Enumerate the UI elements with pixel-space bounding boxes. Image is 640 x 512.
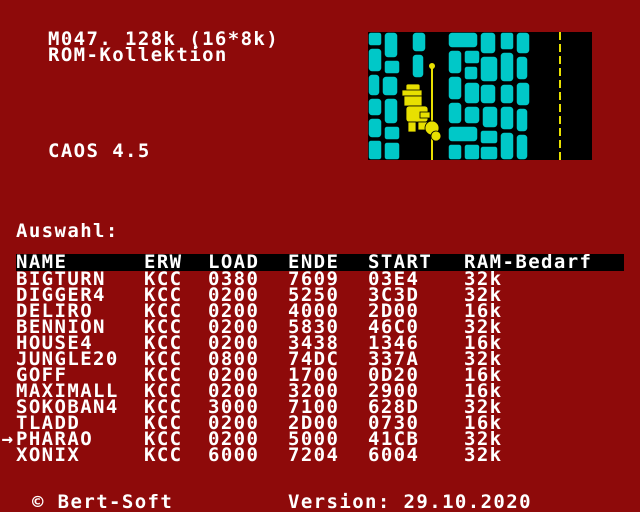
selection-cursor-icon: → [1, 428, 15, 450]
os-version: CAOS 4.5 [48, 140, 151, 162]
kc-screen: M047. 128k (16*8k) ROM-Kollektion CAOS 4… [0, 0, 640, 512]
cell-ende: 7204 [288, 444, 340, 466]
table-body: BIGTURN KCC 0380 7609 03E4 32k DIGGER4 KCC 0200 5… [2, 270, 624, 466]
copyright-text: © Bert-Soft [32, 491, 174, 512]
selection-prompt: Auswahl: [16, 220, 119, 242]
module-subtitle: ROM-Kollektion [48, 44, 228, 66]
cell-ram: 32k [464, 444, 503, 466]
cell-start: 6004 [368, 444, 420, 466]
cell-erw: KCC [144, 444, 183, 466]
table-row[interactable]: XONIX KCC 6000 7204 6004 32k [16, 444, 624, 466]
program-table: NAME ERW LOAD ENDE START RAM-Bedarf BIGT… [2, 253, 624, 466]
game-preview-image [368, 32, 592, 160]
version-text: Version: 29.10.2020 [288, 491, 532, 512]
cell-name: XONIX [16, 444, 81, 466]
cell-load: 6000 [208, 444, 260, 466]
